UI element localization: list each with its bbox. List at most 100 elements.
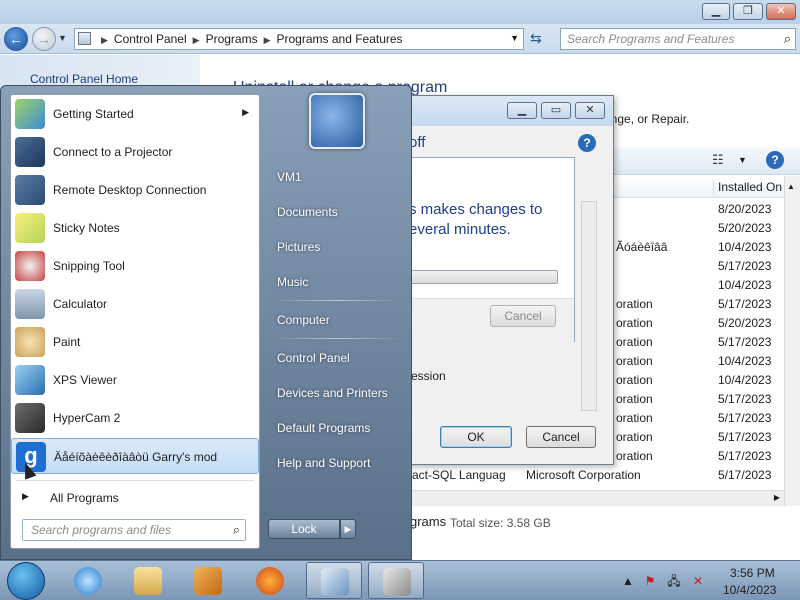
table-row-date[interactable]: 5/17/2023 [718,392,771,406]
taskbar-explorer[interactable] [120,562,176,599]
all-programs-item[interactable]: ▶ All Programs [20,488,250,508]
start-item-remote-desktop[interactable]: Remote Desktop Connection [11,172,259,208]
views-dropdown-icon[interactable]: ▼ [738,155,747,165]
breadcrumb-programs[interactable]: Programs [206,32,258,46]
search-icon[interactable]: ⌕ [784,31,791,47]
clock-time[interactable]: 3:56 PM [730,566,775,580]
start-link-devices-printers[interactable]: Devices and Printers [277,386,388,400]
table-row-date[interactable]: 10/4/2023 [718,354,771,368]
start-link-control-panel[interactable]: Control Panel [277,351,350,365]
start-item-sticky-notes[interactable]: Sticky Notes [11,210,259,246]
close-button[interactable]: ✕ [766,3,796,20]
vertical-scrollbar[interactable]: ▲ [784,176,800,506]
dialog-minimize-button[interactable]: ▁ [507,102,537,119]
address-toolbar: ← → ▼ ▶ Control Panel ▶ Programs ▶ Programs a… [0,24,800,54]
minimize-button[interactable]: ▁ [702,3,730,20]
breadcrumb-programs-and-features[interactable]: Programs and Features [277,32,403,46]
help-icon[interactable]: ? [766,151,784,169]
title-bar: ▁ ❐ ✕ [0,0,800,24]
table-row-date[interactable]: 8/20/2023 [718,202,771,216]
clock-date[interactable]: 10/4/2023 [723,583,776,597]
table-row-date[interactable]: 5/17/2023 [718,297,771,311]
forward-button[interactable]: → [32,27,56,51]
taskbar-media-player[interactable] [180,562,236,599]
progress-footer: Cancel [406,298,574,342]
start-menu: Getting Started ▶ Connect to a Projector… [0,85,412,560]
dialog-help-icon[interactable]: ? [578,134,596,152]
dialog-maximize-button[interactable]: ▭ [541,102,571,119]
lock-button[interactable]: Lock [268,519,340,539]
start-item-paint[interactable]: Paint [11,324,259,360]
start-link-documents[interactable]: Documents [277,205,338,219]
horizontal-scrollbar[interactable]: ▶ [410,490,784,506]
table-row-date[interactable]: 5/17/2023 [718,430,771,444]
column-installed-on[interactable]: Installed On [713,180,782,194]
start-search-icon[interactable]: ⌕ [233,522,240,538]
submenu-arrow-icon[interactable]: ▶ [242,107,249,118]
table-row-date[interactable]: 10/4/2023 [718,240,771,254]
start-item-connect-projector[interactable]: Connect to a Projector [11,134,259,170]
back-button[interactable]: ← [4,27,28,51]
start-right-divider [273,338,401,339]
start-link-help-support[interactable]: Help and Support [277,456,370,470]
media-player-icon [194,567,222,595]
start-link-pictures[interactable]: Pictures [277,240,320,254]
table-row-publisher: oration [616,411,653,425]
start-item-hypercam[interactable]: HyperCam 2 [11,400,259,436]
recent-pages-icon[interactable]: ▼ [58,33,67,43]
volume-muted-icon[interactable]: ✕ [690,573,706,589]
taskbar-internet-explorer[interactable] [60,562,116,599]
start-search-input[interactable]: Search programs and files ⌕ [22,519,246,541]
start-link-music[interactable]: Music [277,275,308,289]
taskbar-firefox[interactable] [242,562,298,599]
table-row-date[interactable]: 5/17/2023 [718,449,771,463]
control-panel-taskbar-icon [321,568,349,596]
dialog-cancel-button[interactable]: Cancel [526,426,596,448]
address-bar[interactable]: ▶ Control Panel ▶ Programs ▶ Programs and Fea… [74,28,524,50]
shutdown-options-arrow-icon[interactable]: ▶ [340,519,356,539]
table-row-date[interactable]: 5/17/2023 [718,259,771,273]
show-hidden-icons-icon[interactable]: ▲ [620,573,636,589]
taskbar-control-panel[interactable] [306,562,362,599]
installer-icon [383,568,411,596]
address-dropdown-icon[interactable]: ▼ [510,33,519,43]
table-row-date[interactable]: 5/20/2023 [718,221,771,235]
dialog-close-button[interactable]: ✕ [575,102,605,119]
action-center-icon[interactable]: ⚑ [642,573,658,589]
table-row-publisher: oration [616,316,653,330]
table-row-publisher: Microsoft Corporation [526,468,641,482]
table-row-date[interactable]: 10/4/2023 [718,373,771,387]
start-button[interactable] [7,562,45,600]
user-picture[interactable] [309,93,365,149]
table-row-date[interactable]: 5/20/2023 [718,316,771,330]
table-row-date[interactable]: 5/17/2023 [718,468,771,482]
network-icon[interactable]: 🖧 [666,573,682,589]
views-icon[interactable]: ☷ [712,152,724,168]
start-item-label: Remote Desktop Connection [53,183,207,197]
search-input[interactable]: Search Programs and Features ⌕ [560,28,796,50]
start-link-default-programs[interactable]: Default Programs [277,421,370,435]
status-bar: grams Total size: 3.58 GB [410,508,800,538]
start-item-garrys-mod[interactable]: g Äåéíõàèêèðîàâòü Garry's mod [11,438,259,474]
start-item-snipping-tool[interactable]: Snipping Tool [11,248,259,284]
maximize-button[interactable]: ❐ [733,3,763,20]
taskbar-uninstaller[interactable] [368,562,424,599]
start-link-user[interactable]: VM1 [277,170,302,184]
uninstall-progress-popup: s makes changes to everal minutes. Cance… [405,157,575,342]
ok-button[interactable]: OK [440,426,512,448]
start-item-getting-started[interactable]: Getting Started ▶ [11,96,259,132]
start-link-computer[interactable]: Computer [277,313,330,327]
breadcrumb-control-panel[interactable]: Control Panel [114,32,187,46]
refresh-icon[interactable]: ⇆ [530,30,542,47]
table-row-date[interactable]: 10/4/2023 [718,278,771,292]
page-description: ange, or Repair. [604,112,690,126]
dialog-scrollbar[interactable] [581,201,597,411]
start-item-xps-viewer[interactable]: XPS Viewer [11,362,259,398]
start-item-calculator[interactable]: Calculator [11,286,259,322]
table-row-date[interactable]: 5/17/2023 [718,335,771,349]
table-row-name[interactable]: act-SQL Languag [412,468,506,482]
progress-cancel-button[interactable]: Cancel [490,305,556,327]
progress-message-line1: s makes changes to [409,201,543,218]
table-row-date[interactable]: 5/17/2023 [718,411,771,425]
control-panel-home-link[interactable]: Control Panel Home [30,72,138,86]
